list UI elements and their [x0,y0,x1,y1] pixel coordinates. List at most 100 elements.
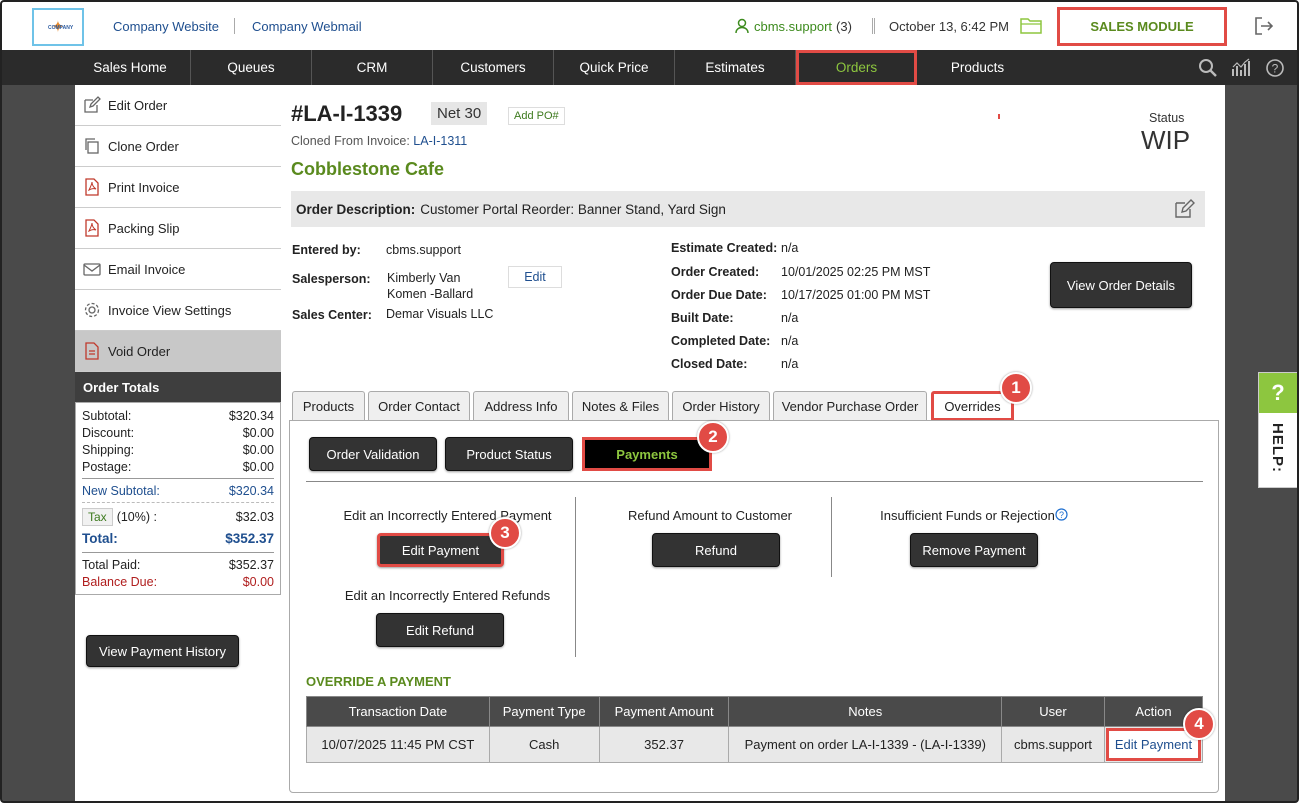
packing-slip-label: Packing Slip [108,220,180,236]
nav-estimates[interactable]: Estimates [675,50,796,85]
nav-quick-price[interactable]: Quick Price [554,50,675,85]
analytics-icon[interactable] [1231,58,1251,78]
print-invoice-item[interactable]: Print Invoice [75,167,281,208]
step-marker-3: 3 [489,517,521,549]
tab-address-info[interactable]: Address Info [473,391,569,420]
salesperson-value-line2: Komen -Ballard [387,287,474,301]
divider [872,18,875,34]
logout-icon[interactable] [1254,16,1274,36]
refund-button[interactable]: Refund [652,533,780,567]
view-order-details-button[interactable]: View Order Details [1050,262,1192,308]
edit-refund-caption: Edit an Incorrectly Entered Refunds [344,588,551,603]
divider [82,552,274,553]
tab-products[interactable]: Products [292,391,365,420]
entered-by-value: cbms.support [386,243,462,257]
company-website-link[interactable]: Company Website [113,19,219,34]
cloned-invoice-link[interactable]: LA-I-1311 [413,134,467,148]
user-name: cbms.support [754,18,833,34]
nav-sales-home[interactable]: Sales Home [70,50,191,85]
tax-rate: (10%) : [116,509,157,524]
payments-button[interactable]: Payments [582,437,712,471]
edit-payment-button[interactable]: Edit Payment [377,533,504,567]
help-circle-icon[interactable]: ? [1265,58,1285,78]
help-tab[interactable]: ? HELP: [1258,372,1297,488]
info-icon[interactable]: ? [1055,508,1068,521]
new-subtotal-label: New Subtotal: [82,483,160,498]
discount-value: $0.00 [242,425,274,440]
remove-payment-caption-wrap: Insufficient Funds or Rejection? [838,508,1110,523]
override-payment-title: OVERRIDE A PAYMENT [306,674,451,689]
company-webmail-link[interactable]: Company Webmail [252,19,362,34]
email-icon [83,263,101,276]
cell-payment-type: Cash [488,726,600,763]
cell-transaction-date: 10/07/2025 11:45 PM CST [306,726,490,763]
tab-vendor-purchase-order[interactable]: Vendor Purchase Order [773,391,927,420]
tab-notes-files[interactable]: Notes & Files [572,391,669,420]
shipping-label: Shipping: [82,442,135,457]
divider [831,497,832,577]
subtotal-value: $320.34 [228,408,274,423]
total-paid-value: $352.37 [228,557,274,572]
nav-products[interactable]: Products [917,50,1038,85]
table-row: 10/07/2025 11:45 PM CST Cash 352.37 Paym… [306,726,1203,763]
entered-by-label: Entered by: [292,243,361,257]
subtotal-label: Subtotal: [82,408,132,423]
order-validation-button[interactable]: Order Validation [309,437,437,471]
tax-row: Tax (10%) : $32.03 [82,506,274,527]
edit-refund-button[interactable]: Edit Refund [376,613,504,647]
postage-value: $0.00 [242,459,274,474]
packing-slip-item[interactable]: Packing Slip [75,208,281,249]
tab-order-history[interactable]: Order History [672,391,770,420]
step-marker-4: 4 [1183,708,1215,740]
pdf-icon [85,178,99,196]
red-tick-mark [998,114,1000,119]
email-invoice-item[interactable]: Email Invoice [75,249,281,290]
tab-order-contact[interactable]: Order Contact [368,391,470,420]
status-value: WIP [1141,125,1191,155]
print-invoice-label: Print Invoice [108,179,180,195]
view-payment-history-button[interactable]: View Payment History [86,635,239,667]
order-created-label: Order Created: [671,265,760,279]
refund-caption: Refund Amount to Customer [627,508,793,523]
user-menu[interactable]: cbms.support (3) [734,18,852,34]
closed-date-label: Closed Date: [671,357,748,371]
nav-customers[interactable]: Customers [433,50,554,85]
cloned-label: Cloned From Invoice: [291,134,410,148]
clone-order-item[interactable]: Clone Order [75,126,281,167]
folder-icon[interactable] [1020,16,1042,34]
edit-order-item[interactable]: Edit Order [75,85,281,126]
edit-salesperson-button[interactable]: Edit [508,266,562,288]
tax-badge[interactable]: Tax [82,507,113,526]
document-icon [85,342,99,360]
help-question-icon: ? [1259,373,1297,413]
order-description-label: Order Description: [296,201,416,217]
sales-module-button[interactable]: SALES MODULE [1057,7,1227,46]
order-created-value: 10/01/2025 02:25 PM MST [781,265,931,279]
total-paid-label: Total Paid: [82,557,141,572]
table-header-row: Transaction Date Payment Type Payment Am… [306,696,1203,727]
invoice-view-settings-item[interactable]: Invoice View Settings [75,290,281,331]
total-label: Total: [82,530,118,546]
void-order-item[interactable]: Void Order [75,331,281,372]
nav-orders[interactable]: Orders [796,50,917,85]
column-transaction-date: Transaction Date [306,696,490,727]
add-po-button[interactable]: Add PO# [508,107,565,125]
copy-icon [85,138,99,154]
new-subtotal-value: $320.34 [228,483,274,498]
subtotal-row: Subtotal: $320.34 [82,407,274,424]
nav-crm[interactable]: CRM [312,50,433,85]
edit-description-icon[interactable] [1173,198,1195,220]
search-icon[interactable] [1198,58,1218,78]
remove-payment-button[interactable]: Remove Payment [910,533,1038,567]
closed-date-value: n/a [781,357,799,371]
void-order-label: Void Order [108,343,171,359]
shipping-value: $0.00 [242,442,274,457]
nav-queues[interactable]: Queues [191,50,312,85]
order-totals-box: Subtotal: $320.34 Discount: $0.00 Shipping… [75,402,281,595]
product-status-button[interactable]: Product Status [445,437,573,471]
order-totals-title: Order Totals [75,372,281,402]
column-notes: Notes [728,696,1003,727]
company-logo[interactable]: ✦ COMPANY [32,8,84,46]
overrides-panel: Order Validation Product Status Payments… [289,420,1219,793]
customer-name[interactable]: Cobblestone Cafe [291,159,444,180]
